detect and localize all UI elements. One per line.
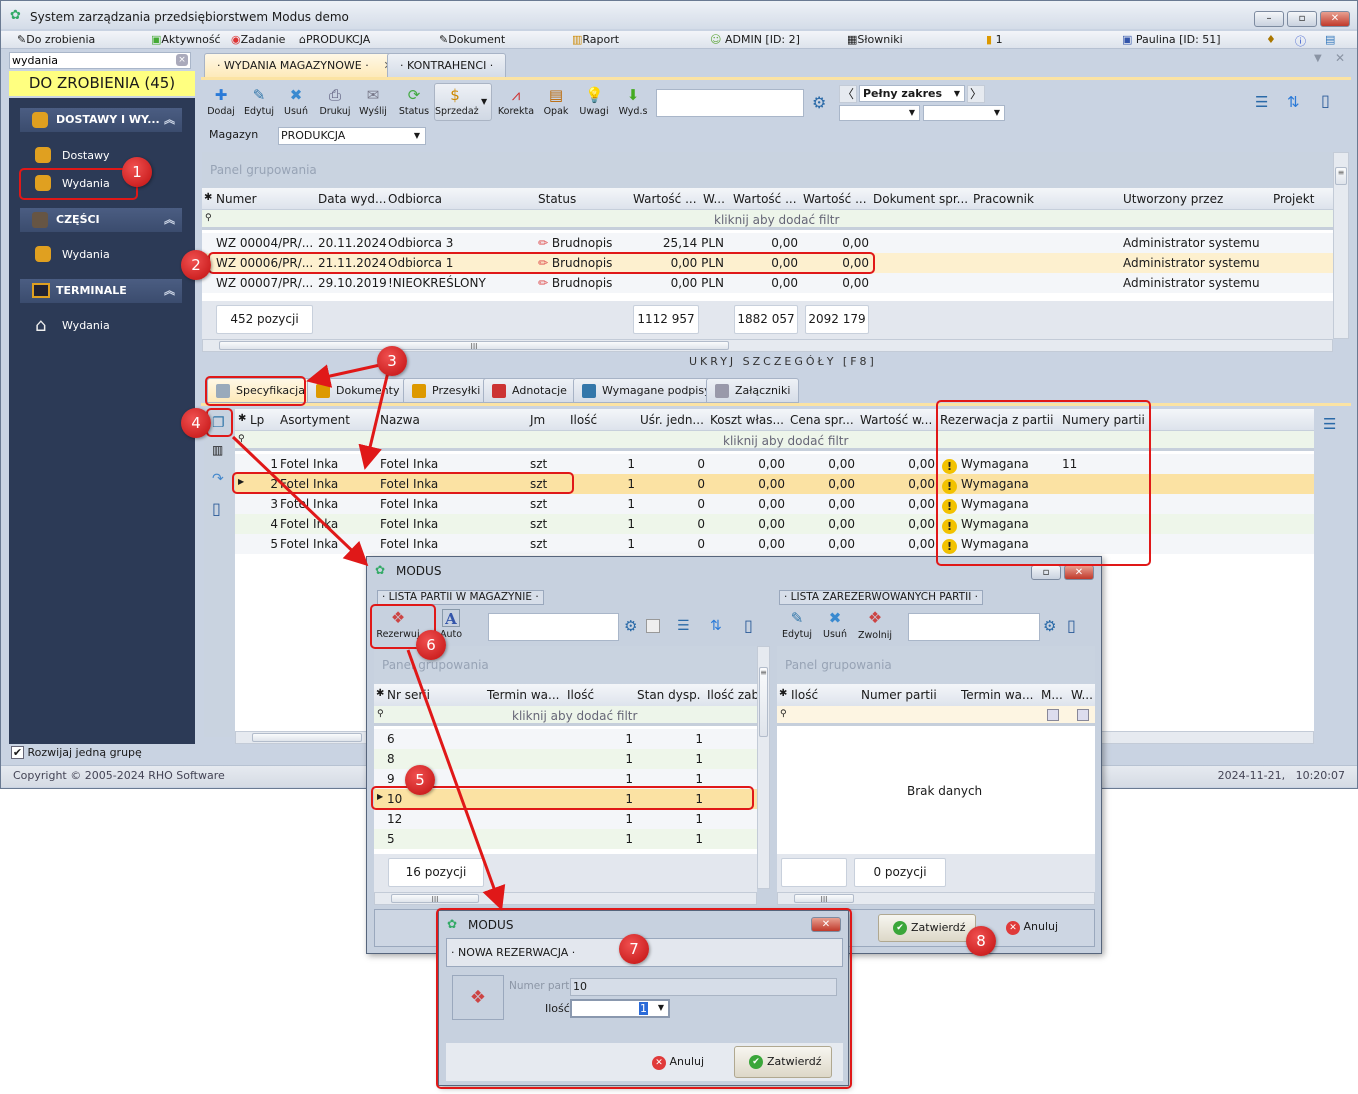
step-badge: 4 (181, 408, 211, 438)
step-badge: 2 (181, 250, 211, 280)
arrow-to-dialog (231, 435, 369, 567)
step-badge: 8 (966, 926, 996, 956)
annotation-arrows (231, 363, 506, 911)
step-badge: 7 (619, 934, 649, 964)
step-badge: 5 (405, 765, 435, 795)
step-badge: 1 (122, 157, 152, 187)
arrow-to-row (358, 371, 390, 470)
step-badge: 3 (377, 346, 407, 376)
step-badge: 6 (416, 630, 446, 660)
arrow-to-tab (306, 363, 381, 388)
